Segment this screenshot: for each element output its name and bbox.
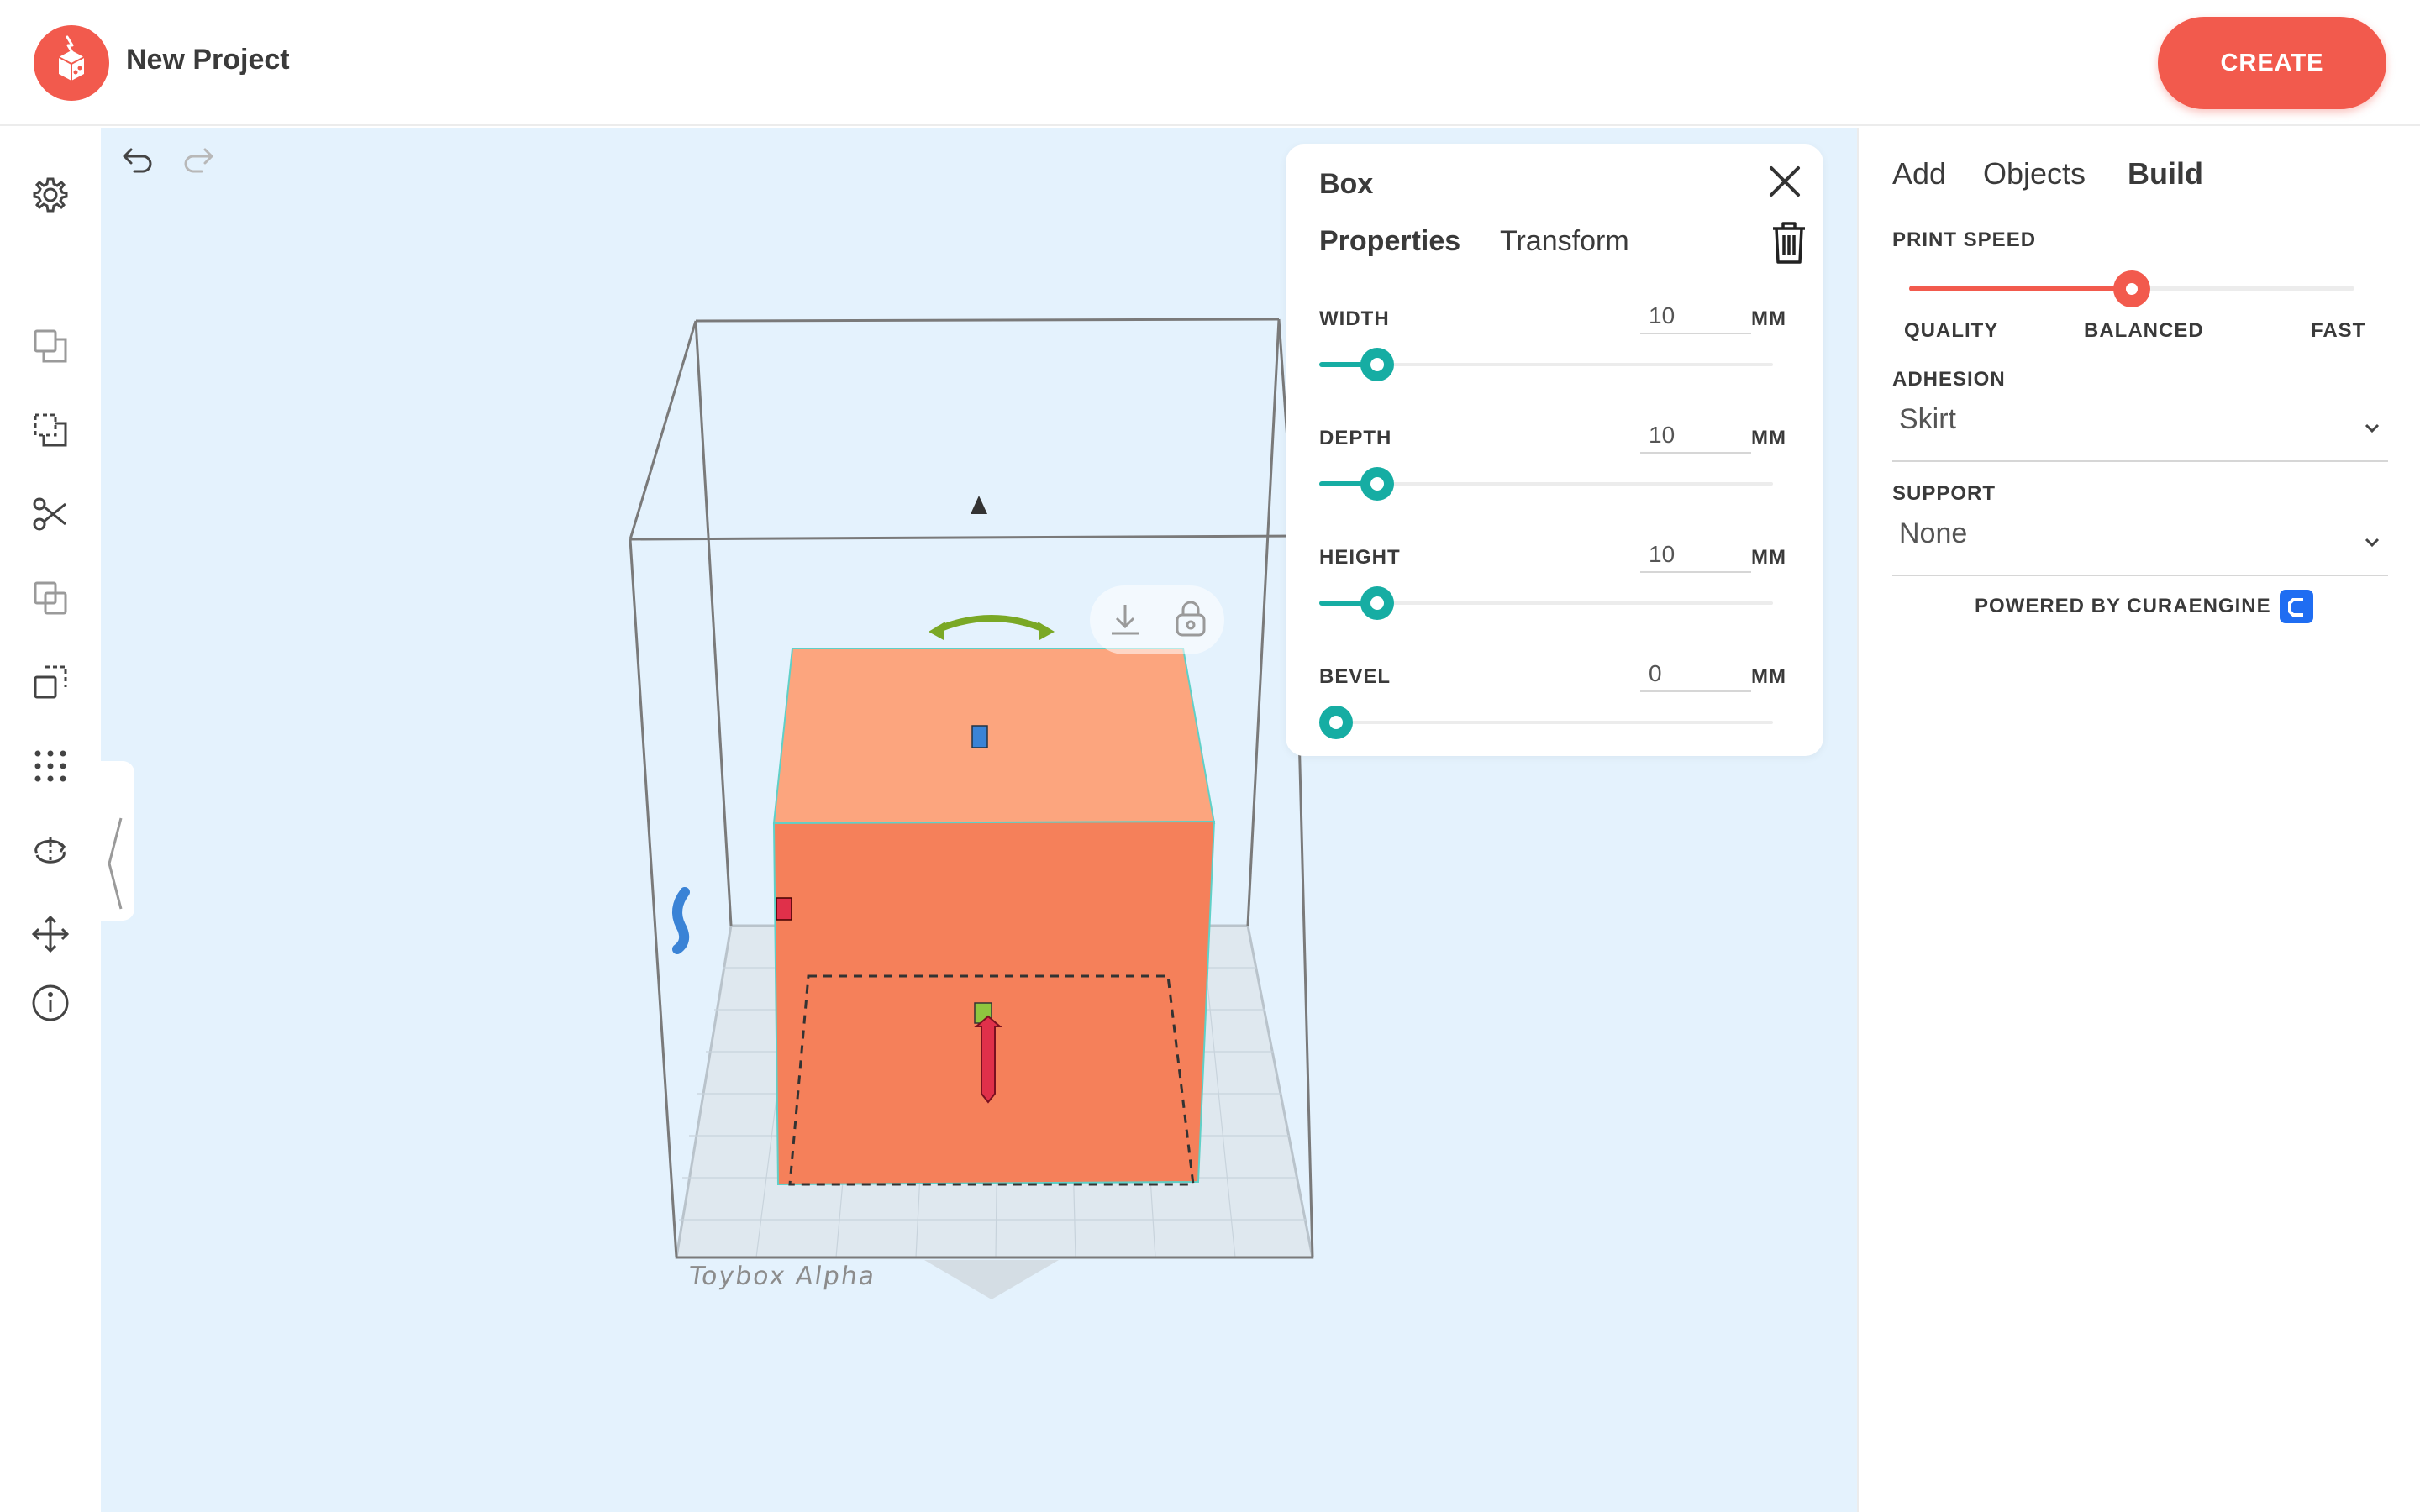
grid-dots-icon[interactable] bbox=[25, 741, 76, 791]
width-slider[interactable] bbox=[1319, 348, 1773, 381]
height-property: HEIGHT 10 MM bbox=[1319, 534, 1790, 635]
support-value: None bbox=[1899, 517, 1968, 549]
depth-label: DEPTH bbox=[1319, 427, 1392, 449]
depth-input[interactable]: 10 bbox=[1640, 415, 1751, 454]
right-panel: Add Objects Build PRINT SPEED QUALITY BA… bbox=[1857, 128, 2420, 1512]
width-unit: MM bbox=[1751, 307, 1786, 330]
support-select[interactable]: None bbox=[1892, 509, 2388, 576]
depth-slider[interactable] bbox=[1319, 467, 1773, 501]
width-slider-thumb[interactable] bbox=[1360, 348, 1394, 381]
plate-label: Toybox Alpha bbox=[687, 1262, 878, 1291]
speed-stop-balanced[interactable]: BALANCED bbox=[2084, 319, 2204, 343]
depth-slider-thumb[interactable] bbox=[1360, 467, 1394, 501]
rotate-icon[interactable] bbox=[25, 825, 76, 875]
width-input[interactable]: 10 bbox=[1640, 296, 1751, 334]
adhesion-label: ADHESION bbox=[1892, 368, 2006, 391]
duplicate-icon[interactable] bbox=[25, 657, 76, 707]
chevron-down-icon bbox=[2365, 423, 2380, 433]
tab-add[interactable]: Add bbox=[1892, 156, 1946, 192]
width-property: WIDTH 10 MM bbox=[1319, 296, 1790, 396]
trash-icon[interactable] bbox=[1768, 218, 1810, 265]
top-scale-handle bbox=[971, 725, 988, 748]
drop-to-plate-icon[interactable] bbox=[1105, 600, 1145, 640]
bevel-unit: MM bbox=[1751, 665, 1786, 688]
tab-transform[interactable]: Transform bbox=[1500, 225, 1629, 258]
adhesion-select[interactable]: Skirt bbox=[1892, 395, 2388, 462]
support-label: SUPPORT bbox=[1892, 482, 1996, 505]
print-speed-label: PRINT SPEED bbox=[1892, 228, 2037, 251]
height-slider[interactable] bbox=[1319, 586, 1773, 620]
tab-objects[interactable]: Objects bbox=[1983, 156, 2086, 192]
copy-icon[interactable] bbox=[25, 321, 76, 371]
redo-icon[interactable] bbox=[182, 141, 222, 181]
top-bar: New Project CREATE bbox=[0, 0, 2420, 126]
group-icon[interactable] bbox=[25, 573, 76, 623]
box-top-face bbox=[772, 648, 1216, 824]
height-input[interactable]: 10 bbox=[1640, 534, 1751, 573]
bevel-slider-thumb[interactable] bbox=[1319, 706, 1353, 739]
powered-by-text: POWERED BY CURAENGINE bbox=[1975, 595, 2271, 617]
scissors-icon[interactable] bbox=[25, 489, 76, 539]
app-logo-icon[interactable] bbox=[34, 25, 109, 101]
bevel-label: BEVEL bbox=[1319, 665, 1392, 688]
tab-properties[interactable]: Properties bbox=[1319, 225, 1460, 258]
height-arrow-handle bbox=[971, 496, 987, 514]
properties-card: Box Properties Transform WIDTH 10 MM DEP… bbox=[1286, 144, 1823, 756]
height-slider-thumb[interactable] bbox=[1360, 586, 1394, 620]
project-title[interactable]: New Project bbox=[126, 44, 290, 76]
collapse-toolbar-tab[interactable] bbox=[101, 761, 134, 921]
paste-icon[interactable] bbox=[25, 405, 76, 455]
adhesion-value: Skirt bbox=[1899, 403, 1956, 435]
speed-stop-fast[interactable]: FAST bbox=[2311, 319, 2365, 343]
chevron-down-icon bbox=[2365, 538, 2380, 548]
rotate-handle bbox=[935, 615, 1048, 633]
move-arrows-icon[interactable] bbox=[25, 909, 76, 959]
chevron-left-icon bbox=[108, 817, 123, 910]
info-icon[interactable] bbox=[25, 978, 76, 1028]
tilt-handle bbox=[672, 887, 690, 954]
box-front-face bbox=[772, 820, 1216, 1186]
tab-build[interactable]: Build bbox=[2128, 156, 2203, 192]
print-speed-thumb[interactable] bbox=[2113, 270, 2150, 307]
height-label: HEIGHT bbox=[1319, 546, 1401, 569]
depth-property: DEPTH 10 MM bbox=[1319, 415, 1790, 516]
object-name: Box bbox=[1319, 168, 1374, 200]
bevel-input[interactable]: 0 bbox=[1640, 654, 1751, 692]
print-speed-slider[interactable] bbox=[1909, 270, 2354, 307]
curaengine-logo-icon bbox=[2279, 590, 2313, 623]
close-icon[interactable] bbox=[1763, 160, 1807, 203]
width-label: WIDTH bbox=[1319, 307, 1390, 330]
speed-stop-quality[interactable]: QUALITY bbox=[1904, 319, 1998, 343]
bevel-slider[interactable] bbox=[1319, 706, 1773, 739]
height-unit: MM bbox=[1751, 546, 1786, 569]
plate-front-tab bbox=[924, 1260, 1059, 1299]
gear-icon[interactable] bbox=[25, 170, 76, 220]
object-quick-actions bbox=[1090, 585, 1224, 654]
powered-by: POWERED BY CURAENGINE bbox=[1975, 590, 2313, 623]
lock-icon[interactable] bbox=[1171, 598, 1211, 640]
create-button[interactable]: CREATE bbox=[2158, 17, 2386, 109]
left-toolbar bbox=[0, 128, 101, 1512]
depth-unit: MM bbox=[1751, 427, 1786, 449]
undo-icon[interactable] bbox=[114, 141, 155, 181]
bevel-property: BEVEL 0 MM bbox=[1319, 654, 1790, 754]
side-scale-handle bbox=[776, 897, 792, 921]
